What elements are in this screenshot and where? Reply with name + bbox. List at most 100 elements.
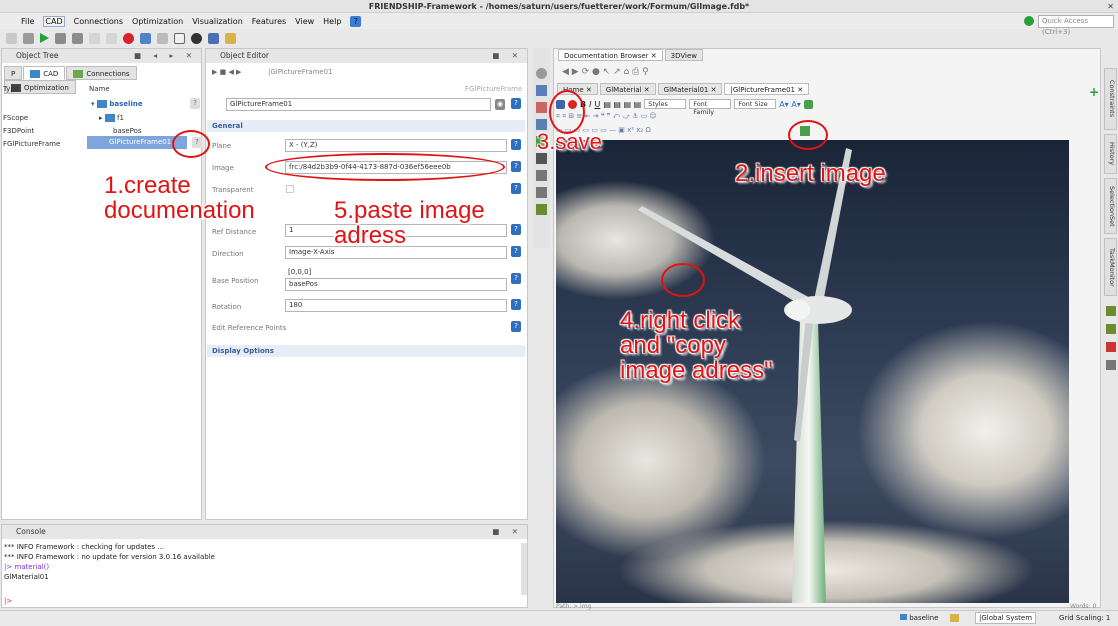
panel-controls-icon[interactable]: ■ ✕: [492, 525, 523, 539]
text-color-icon[interactable]: A▾ A▾: [779, 100, 801, 109]
tool-icon[interactable]: [536, 204, 547, 215]
object-tree-title: Object Tree: [16, 51, 59, 60]
tool-icon[interactable]: [536, 68, 547, 79]
stop-icon[interactable]: [72, 32, 83, 44]
browser-nav-icons[interactable]: ◀ ▶ ⟳ ● ↖ ↗ ⌂ ⎙ ⚲: [562, 67, 649, 77]
help-icon[interactable]: ?: [350, 15, 362, 27]
tree-item-f1[interactable]: ▸ f1: [99, 114, 124, 122]
italic-icon[interactable]: I: [589, 100, 591, 109]
flask-icon[interactable]: [23, 32, 34, 44]
side-tool-icon[interactable]: [1106, 342, 1116, 352]
window-title: FRIENDSHIP-Framework - /homes/saturn/use…: [368, 2, 750, 11]
editor-nav-icons[interactable]: ▶ ■ ◀ ▶: [212, 68, 241, 76]
font-size-select[interactable]: Font Size: [734, 99, 777, 109]
document-tabs: Home ✕ GlMaterial ✕ GlMaterial01 ✕ |GlPictu…: [557, 83, 811, 95]
tool-icon[interactable]: [536, 102, 547, 113]
menu-optimization[interactable]: Optimization: [132, 17, 183, 26]
tab-cad[interactable]: CAD: [23, 66, 66, 80]
tab-3dview[interactable]: 3DView: [664, 49, 703, 61]
rotation-label: Rotation: [212, 303, 242, 311]
sidetab-selectionset[interactable]: SelectionSet: [1104, 178, 1117, 234]
underline-icon[interactable]: U: [594, 100, 600, 109]
status-baseline: baseline: [900, 614, 939, 622]
menu-view[interactable]: View: [295, 17, 314, 26]
help-icon[interactable]: ?: [511, 183, 521, 194]
help-icon[interactable]: ?: [511, 139, 521, 150]
help-icon[interactable]: ?: [511, 246, 521, 257]
side-tool-icon[interactable]: [1106, 306, 1116, 316]
basepos-coords: [0,0,0]: [288, 268, 312, 276]
side-tool-icon[interactable]: [1106, 360, 1116, 370]
menu-file[interactable]: File: [21, 17, 34, 26]
editor-type-label: FGlPictureFrame: [465, 85, 523, 93]
edit-icon[interactable]: [6, 32, 17, 44]
redo-icon[interactable]: [157, 32, 168, 44]
console-scrollbar[interactable]: [521, 543, 527, 595]
help-icon[interactable]: ?: [511, 98, 521, 109]
tool-icon[interactable]: [536, 153, 547, 164]
help-icon[interactable]: ?: [511, 273, 521, 284]
close-circle-icon[interactable]: [191, 32, 202, 44]
tool-icon[interactable]: [536, 170, 547, 181]
help-icon[interactable]: ?: [511, 321, 521, 332]
tab-connections[interactable]: Connections: [66, 66, 137, 80]
tab-glmaterial[interactable]: GlMaterial ✕: [599, 83, 656, 95]
rotation-input[interactable]: 180: [285, 299, 507, 312]
sidetab-history[interactable]: History: [1104, 134, 1117, 174]
side-tool-icon[interactable]: [1106, 324, 1116, 334]
font-family-select[interactable]: Font Family: [689, 99, 732, 116]
tab-documentation-browser[interactable]: Documentation Browser ✕: [558, 49, 663, 61]
help-icon[interactable]: ?: [511, 161, 521, 172]
no-entry-icon[interactable]: [123, 32, 134, 44]
console-prompt[interactable]: |>: [4, 597, 12, 605]
pause-icon[interactable]: [55, 32, 66, 44]
save-icon[interactable]: [208, 32, 219, 44]
align-icons[interactable]: ▤ ▤ ▤ ▤: [603, 100, 641, 109]
tool-icon[interactable]: [536, 187, 547, 198]
help-icon[interactable]: ?: [190, 98, 200, 109]
panel-controls-icon[interactable]: ■ ◂ ▸ ✕: [134, 49, 197, 63]
object-name-input[interactable]: GlPictureFrame01: [226, 98, 491, 111]
tab-glmaterial01[interactable]: GlMaterial01 ✕: [657, 83, 723, 95]
add-icon[interactable]: +: [1089, 85, 1099, 99]
panel-controls-icon[interactable]: ■ ✕: [492, 49, 523, 63]
save-all-icon[interactable]: [225, 32, 236, 44]
menu-visualization[interactable]: Visualization: [192, 17, 243, 26]
styles-select[interactable]: Styles: [644, 99, 687, 109]
sidetab-taskmonitor[interactable]: TaskMonitor: [1104, 238, 1117, 296]
help-icon[interactable]: ?: [511, 299, 521, 310]
console-line: *** INFO Framework : checking for update…: [4, 543, 164, 551]
tab-p[interactable]: P: [4, 66, 23, 80]
copy-icon[interactable]: [89, 32, 100, 44]
menu-connections[interactable]: Connections: [74, 17, 123, 26]
basepos-input[interactable]: basePos: [285, 278, 507, 291]
menu-help[interactable]: Help: [323, 17, 341, 26]
type-fscope: FScope: [3, 114, 29, 122]
help-icon[interactable]: ?: [511, 224, 521, 235]
plane-select[interactable]: X - (Y,Z): [285, 139, 507, 152]
insert-image-icon-1[interactable]: [803, 99, 813, 109]
eye-icon[interactable]: ◉: [495, 99, 505, 110]
paste-icon[interactable]: [106, 32, 117, 44]
undo-icon[interactable]: [140, 32, 151, 44]
section-general[interactable]: General: [207, 120, 525, 132]
console-panel: Console ■ ✕: [1, 524, 528, 608]
menu-cad[interactable]: CAD: [43, 15, 65, 27]
tool-icon[interactable]: [536, 85, 547, 96]
transparent-checkbox[interactable]: [286, 185, 294, 193]
tree-item-basepos[interactable]: basePos: [113, 127, 142, 135]
quick-access-input[interactable]: Quick Access (Ctrl+3): [1038, 15, 1114, 36]
run-icon[interactable]: [40, 33, 49, 43]
console-line: |> material(): [4, 563, 50, 571]
tab-glpictureframe01[interactable]: |GlPictureFrame01 ✕: [724, 83, 810, 95]
annotation-circle: [265, 153, 505, 181]
tree-item-baseline[interactable]: ▾ baseline: [91, 100, 143, 108]
section-display-options[interactable]: Display Options: [207, 345, 525, 357]
tab-documentation-label: Documentation Browser: [564, 52, 649, 60]
object-tree-header: Object Tree ■ ◂ ▸ ✕: [2, 49, 201, 63]
close-window-button[interactable]: ✕: [1107, 0, 1114, 13]
global-system-select[interactable]: |Global System: [975, 612, 1037, 624]
menu-features[interactable]: Features: [252, 17, 286, 26]
new-window-icon[interactable]: [174, 32, 185, 44]
sidetab-constraints[interactable]: Constraints: [1104, 68, 1117, 130]
